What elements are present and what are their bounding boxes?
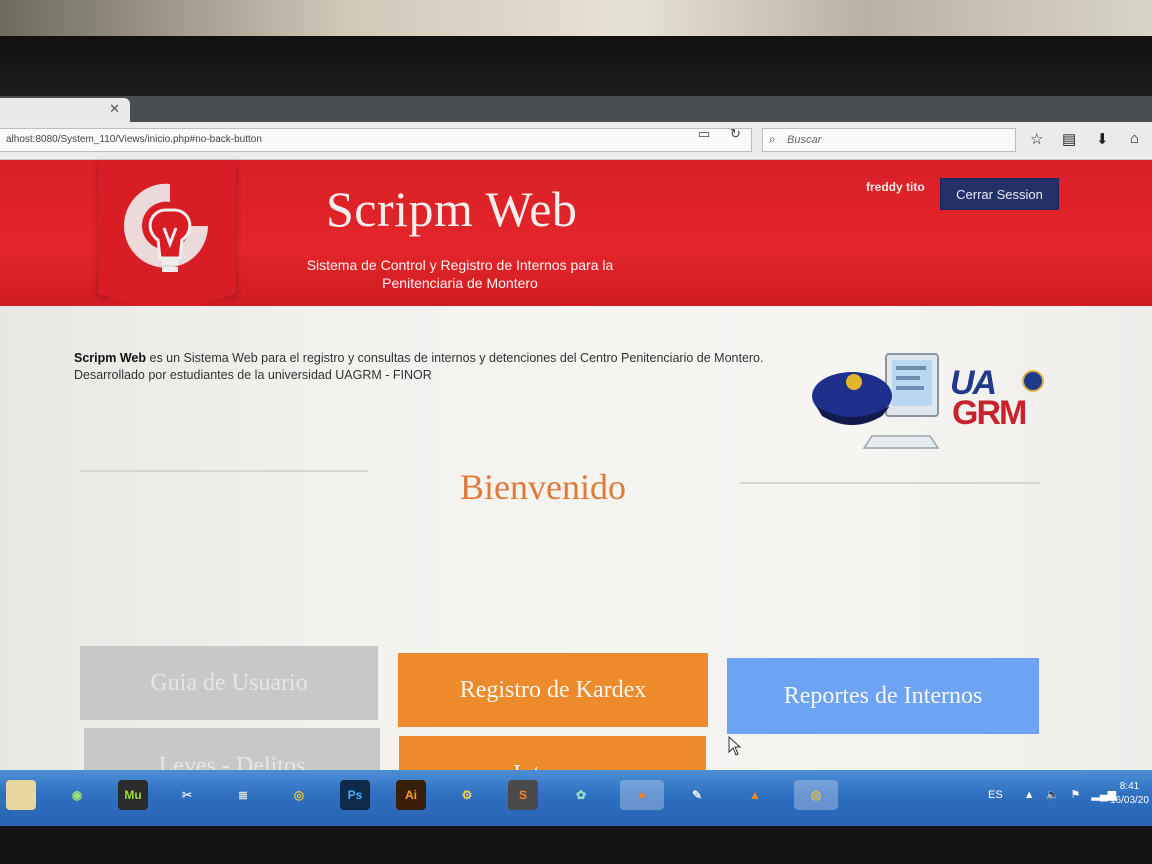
taskbar-inkscape-icon[interactable]: ✎ (682, 780, 712, 810)
address-bar[interactable]: alhost:8080/System_110/Views/inicio.php#… (0, 128, 752, 152)
welcome-heading: Bienvenido (460, 467, 626, 507)
browser-navbar: alhost:8080/System_110/Views/inicio.php#… (0, 122, 1152, 160)
taskbar-python-icon[interactable]: ⚙ (452, 780, 482, 810)
site-logo[interactable] (98, 160, 236, 314)
address-bar-url: alhost:8080/System_110/Views/inicio.php#… (6, 134, 262, 145)
home-icon[interactable]: ⌂ (1130, 130, 1139, 147)
taskbar-sublime-icon[interactable]: S (508, 780, 538, 810)
clock-time: 8:41 (1119, 781, 1140, 792)
system-tray: ES ▲ 🔈 ⚑ ▂▄▆ (988, 788, 1116, 801)
os-taskbar: ◉ Mu ✂ ≣ ◎ Ps Ai ⚙ S ✿ ● ✎ ▲ ◎ ES ▲ 🔈 ⚑ … (0, 770, 1152, 826)
taskbar-app-icon[interactable]: ✿ (566, 780, 596, 810)
language-indicator[interactable]: ES (988, 789, 1003, 801)
logout-button[interactable]: Cerrar Session (940, 178, 1059, 210)
intro-text: es un Sistema Web para el registro y con… (74, 351, 764, 382)
taskbar-folder-icon[interactable] (6, 780, 36, 810)
browser-search-input[interactable]: ⌕ Buscar (762, 128, 1016, 152)
site-subtitle-line-2: Penitenciaria de Montero (382, 275, 538, 291)
lightbulb-logo-icon (124, 183, 208, 272)
user-guide-tile[interactable]: Guia de Usuario (80, 646, 378, 720)
download-icon[interactable]: ⬇ (1096, 130, 1109, 148)
monitor-screen: ✕ alhost:8080/System_110/Views/inicio.ph… (0, 96, 1152, 826)
system-clock[interactable]: 8:41 16/03/20 (1110, 780, 1149, 808)
taskbar-chrome-icon[interactable]: ◎ (284, 780, 314, 810)
bookmark-star-icon[interactable]: ☆ (1030, 130, 1043, 148)
reload-icon[interactable]: ↻ (730, 126, 741, 142)
mouse-cursor-icon (728, 736, 742, 756)
background-room (0, 0, 1152, 36)
taskbar-tools-icon[interactable]: ✂ (172, 780, 202, 810)
clipboard-icon[interactable]: ▤ (1062, 130, 1076, 148)
search-placeholder: Buscar (787, 134, 822, 146)
monitor-bezel-bottom (0, 826, 1152, 864)
kardex-registry-tile[interactable]: Registro de Kardex (398, 653, 708, 727)
taskbar-vlc-icon[interactable]: ▲ (740, 780, 770, 810)
site-subtitle-line-1: Sistema de Control y Registro de Interno… (306, 257, 614, 273)
volume-icon[interactable]: 🔈 (1046, 789, 1060, 801)
flag-icon[interactable]: ⚑ (1070, 789, 1080, 801)
browser-tab-strip: ✕ (0, 96, 1152, 122)
close-tab-icon[interactable]: ✕ (109, 101, 120, 117)
intro-paragraph: Scripm Web es un Sistema Web para el reg… (74, 350, 774, 384)
welcome-divider-right (740, 482, 1040, 484)
search-icon: ⌕ (769, 132, 776, 146)
uagrm-seal-icon (1022, 370, 1044, 392)
main-content: Scripm Web es un Sistema Web para el reg… (0, 306, 1152, 812)
clock-date: 16/03/20 (1110, 795, 1149, 806)
browser-tab[interactable]: ✕ (0, 98, 130, 122)
site-header: Scripm Web Sistema de Control y Registro… (0, 160, 1152, 314)
intro-brand: Scripm Web (74, 351, 147, 365)
monitor-bezel-top (0, 36, 1152, 96)
site-subtitle: Sistema de Control y Registro de Interno… (280, 256, 640, 292)
taskbar-android-studio-icon[interactable]: ◉ (62, 780, 92, 810)
inmate-reports-tile[interactable]: Reportes de Internos (727, 658, 1039, 734)
police-computer-illustration (812, 353, 940, 449)
uagrm-logo-bottom: GRM (952, 394, 1027, 432)
taskbar-database-icon[interactable]: ≣ (228, 780, 258, 810)
tray-expand-icon[interactable]: ▲ (1024, 789, 1035, 801)
taskbar-illustrator-icon[interactable]: Ai (396, 780, 426, 810)
site-title: Scripm Web (326, 181, 578, 237)
taskbar-photoshop-icon[interactable]: Ps (340, 780, 370, 810)
reader-view-icon[interactable]: ▭ (698, 126, 710, 142)
logged-user-name: freddy tito (866, 180, 925, 194)
taskbar-chrome-active-icon[interactable]: ◎ (794, 780, 838, 810)
welcome-divider-left (80, 470, 368, 472)
taskbar-muse-icon[interactable]: Mu (118, 780, 148, 810)
taskbar-firefox-icon[interactable]: ● (620, 780, 664, 810)
